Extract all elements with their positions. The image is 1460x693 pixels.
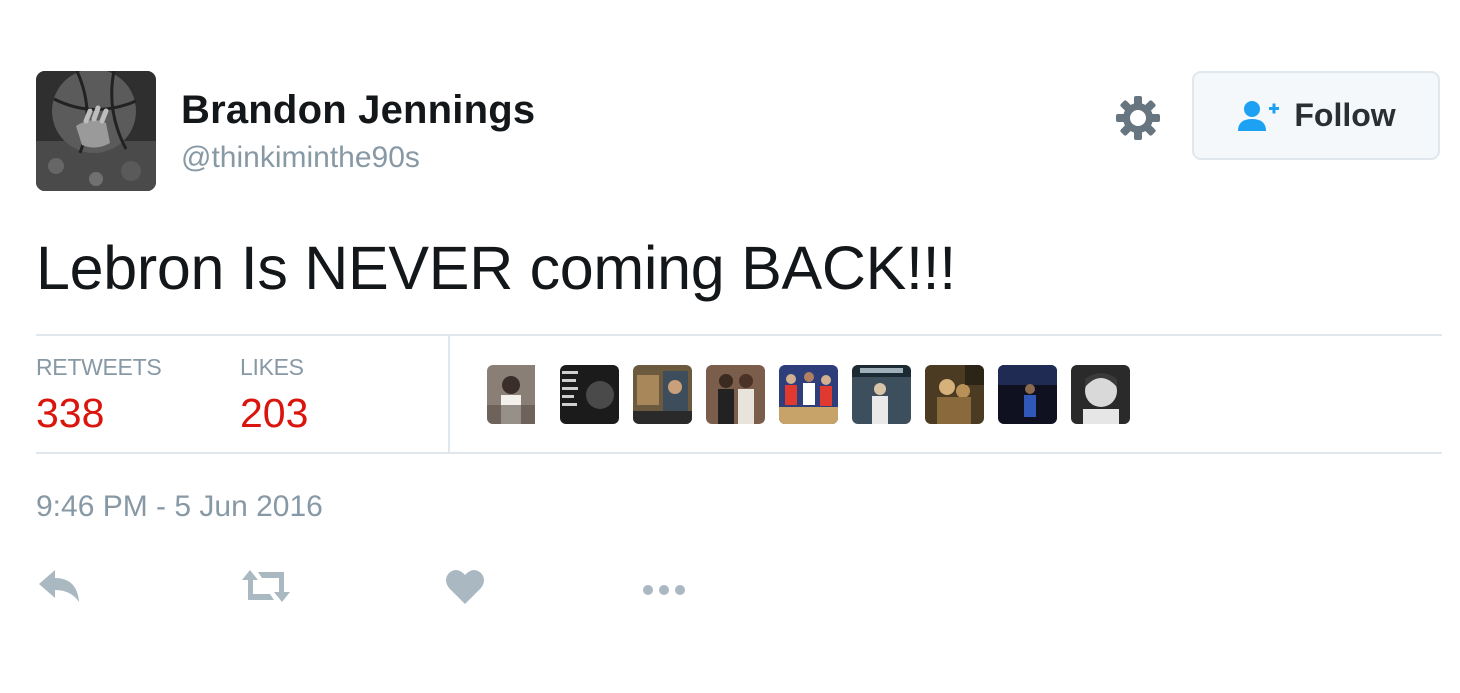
likes-stat[interactable]: LIKES 203: [240, 354, 308, 437]
retweet-icon[interactable]: [240, 566, 292, 606]
likes-label: LIKES: [240, 354, 304, 380]
stats-divider: [448, 336, 450, 452]
divider: [36, 334, 1442, 336]
liker-avatar[interactable]: [779, 365, 838, 424]
follow-label: Follow: [1294, 97, 1396, 133]
gear-icon[interactable]: [1114, 94, 1162, 142]
liker-avatar[interactable]: [560, 365, 619, 424]
tweet-timestamp[interactable]: 9:46 PM - 5 Jun 2016: [36, 490, 323, 524]
display-name[interactable]: Brandon Jennings: [181, 88, 535, 133]
tweet-text: Lebron Is NEVER coming BACK!!!: [36, 234, 956, 302]
liker-avatar[interactable]: [998, 365, 1057, 424]
retweets-label: RETWEETS: [36, 354, 162, 380]
liker-avatars: [487, 365, 1130, 424]
follow-button[interactable]: Follow: [1192, 71, 1440, 160]
liker-avatar[interactable]: [852, 365, 911, 424]
retweets-count: 338: [36, 390, 105, 436]
reply-icon[interactable]: [37, 566, 81, 606]
user-handle[interactable]: @thinkiminthe90s: [181, 141, 420, 175]
more-icon[interactable]: [640, 566, 690, 606]
add-user-icon: [1238, 100, 1280, 131]
liker-avatar[interactable]: [633, 365, 692, 424]
liker-avatar[interactable]: [706, 365, 765, 424]
divider: [36, 452, 1442, 454]
liker-avatar[interactable]: [487, 365, 546, 424]
tweet-card: Brandon Jennings @thinkiminthe90s Follow…: [0, 0, 1460, 693]
liker-avatar[interactable]: [1071, 365, 1130, 424]
heart-icon[interactable]: [445, 566, 485, 606]
retweets-stat[interactable]: RETWEETS 338: [36, 354, 162, 437]
liker-avatar[interactable]: [925, 365, 984, 424]
avatar-basketball-photo: [36, 71, 156, 191]
user-avatar[interactable]: [36, 71, 156, 191]
likes-count: 203: [240, 390, 309, 436]
